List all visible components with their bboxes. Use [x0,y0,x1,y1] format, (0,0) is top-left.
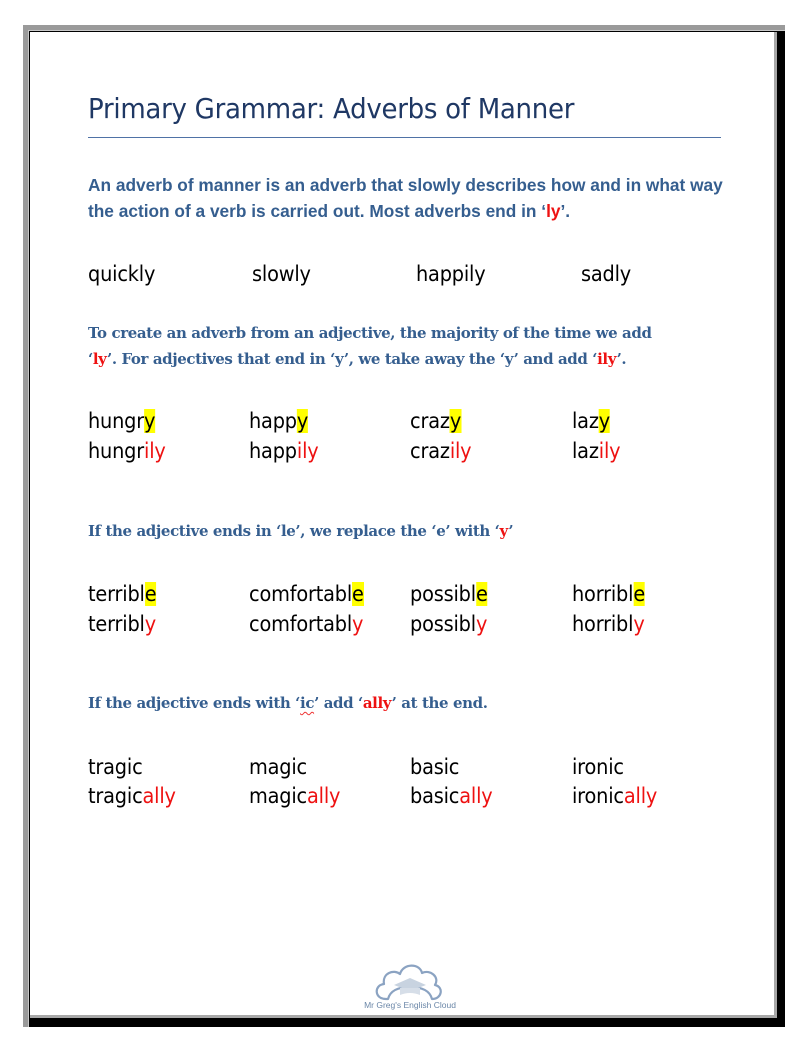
adjective-word: crazy [410,409,462,433]
adjective-word: magic [249,755,308,779]
rule-le-text: If the adjective ends in ‘le’, we replac… [88,522,500,540]
rule-y-text: To create an adverb from an adjective, t… [88,324,652,342]
intro-end: ’. [560,201,571,221]
y-adverbs-row: hungrily happily crazily lazily [88,439,748,467]
adjective-word: lazy [572,409,611,433]
intro-paragraph: An adverb of manner is an adverb that sl… [88,172,738,224]
rule-le-end: ’ [508,522,514,540]
adverb-word: comfortably [249,612,364,636]
le-adjectives-row: terrible comfortable possible horrible [88,582,748,610]
adverb-word: basically [410,784,493,808]
rule-y-ily: ily [597,350,617,368]
ic-adverbs-row: tragically magically basically ironicall… [88,784,748,812]
adverb-word: crazily [410,439,472,463]
adjective-word: ironic [572,755,624,779]
y-adjectives-row: hungry happy crazy lazy [88,409,748,437]
adjective-word: horrible [572,582,646,606]
rule-y-text-2: ’. For adjectives that end in ‘y’, we ta… [107,350,598,368]
adjective-word: basic [410,755,460,779]
adjective-word: possible [410,582,488,606]
rule-ic-end: ’ at the end. [391,694,488,712]
adjective-word: hungry [88,409,156,433]
example-adverbs-row: quickly slowly happily sadly [88,262,748,290]
le-adverbs-row: terribly comfortably possibly horribly [88,612,748,640]
intro-ly-highlight: ly [546,201,561,221]
adverb-word: possibly [410,612,488,636]
rule-ic-text-2: ’ add ‘ [314,694,363,712]
logo-caption: Mr Greg's English Cloud [364,1000,456,1010]
rule-ic-paragraph: If the adjective ends with ‘ic’ add ‘all… [88,690,738,716]
rule-le-paragraph: If the adjective ends in ‘le’, we replac… [88,518,738,544]
example-adverb: happily [416,262,486,286]
example-adverb: slowly [252,262,311,286]
adjective-word: terrible [88,582,157,606]
adjective-word: comfortable [249,582,364,606]
adverb-word: tragically [88,784,176,808]
title-underline [88,137,721,138]
page-title: Primary Grammar: Adverbs of Manner [88,92,575,125]
adverb-word: lazily [572,439,621,463]
adjective-word: tragic [88,755,143,779]
ic-adjectives-row: tragic magic basic ironic [88,755,748,783]
rule-ic-ally: ally [362,694,392,712]
example-adverb: sadly [581,262,632,286]
rule-ic-text: If the adjective ends with ‘ [88,694,301,712]
adverb-word: terribly [88,612,156,636]
adverb-word: ironically [572,784,658,808]
intro-text: An adverb of manner is an adverb that sl… [88,175,723,221]
rule-y-end: ’. [616,350,627,368]
rule-y-paragraph: To create an adverb from an adjective, t… [88,320,738,372]
example-adverb: quickly [88,262,156,286]
rule-y-ly: ly [92,350,108,368]
rule-ic-spellcheck-word: ic [300,694,315,712]
adverb-word: magically [249,784,341,808]
adverb-word: hungrily [88,439,166,463]
adverb-word: horribly [572,612,645,636]
adjective-word: happy [249,409,309,433]
adverb-word: happily [249,439,319,463]
